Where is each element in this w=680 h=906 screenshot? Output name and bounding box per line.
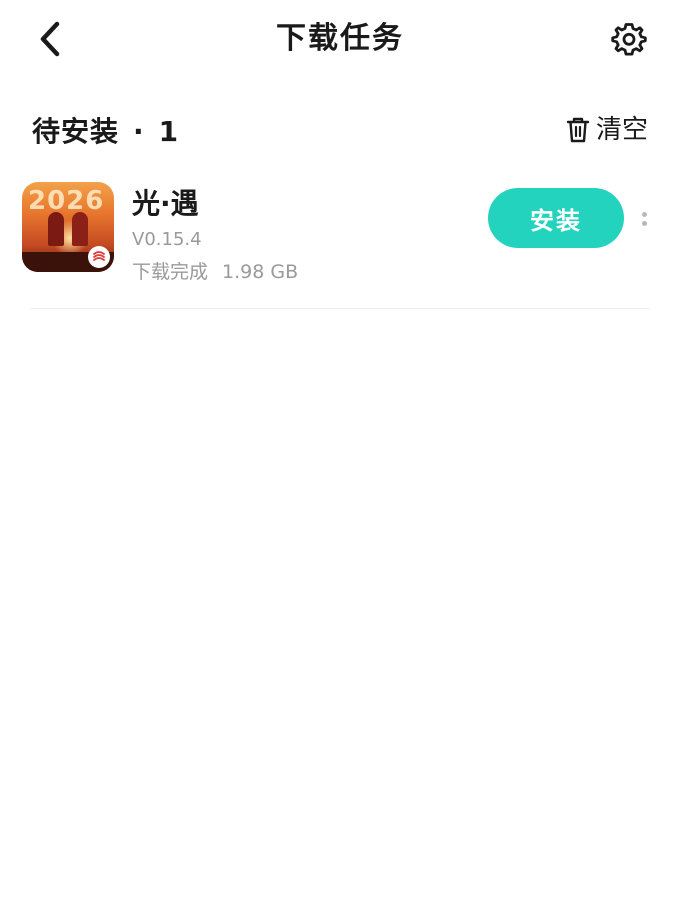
- clear-label: 清空: [595, 115, 648, 145]
- more-options-button[interactable]: [636, 204, 652, 234]
- pending-install-section: 待安装 · 1 清空: [0, 108, 680, 156]
- gear-icon: [611, 23, 647, 56]
- trash-icon: [566, 117, 590, 143]
- section-count: 1: [158, 115, 180, 148]
- header: 下载任务: [0, 0, 680, 80]
- section-separator: ·: [133, 115, 145, 148]
- settings-button[interactable]: [608, 18, 650, 60]
- download-tasks-page: 下载任务 待安装 · 1 清空 2026 光·遇 V0.15.4 下载完成 1.…: [0, 0, 680, 906]
- divider: [30, 308, 650, 309]
- section-label: 待安装: [32, 115, 120, 148]
- publisher-badge-icon: [88, 246, 110, 268]
- list-item[interactable]: 2026 光·遇 V0.15.4 下载完成 1.98 GB 安装: [0, 178, 680, 308]
- app-icon: 2026: [22, 182, 114, 272]
- status-text: 下载完成: [132, 261, 209, 283]
- clear-button[interactable]: 清空: [566, 110, 648, 150]
- file-size: 1.98 GB: [222, 261, 299, 283]
- app-icon-art: 2026: [28, 186, 105, 216]
- section-title: 待安装 · 1: [32, 112, 179, 152]
- install-button[interactable]: 安装: [488, 188, 624, 248]
- page-title: 下载任务: [276, 21, 404, 56]
- app-version: V0.15.4: [132, 229, 202, 250]
- more-dots-icon: [641, 212, 647, 217]
- app-name: 光·遇: [132, 187, 199, 220]
- download-status: 下载完成 1.98 GB: [132, 258, 298, 286]
